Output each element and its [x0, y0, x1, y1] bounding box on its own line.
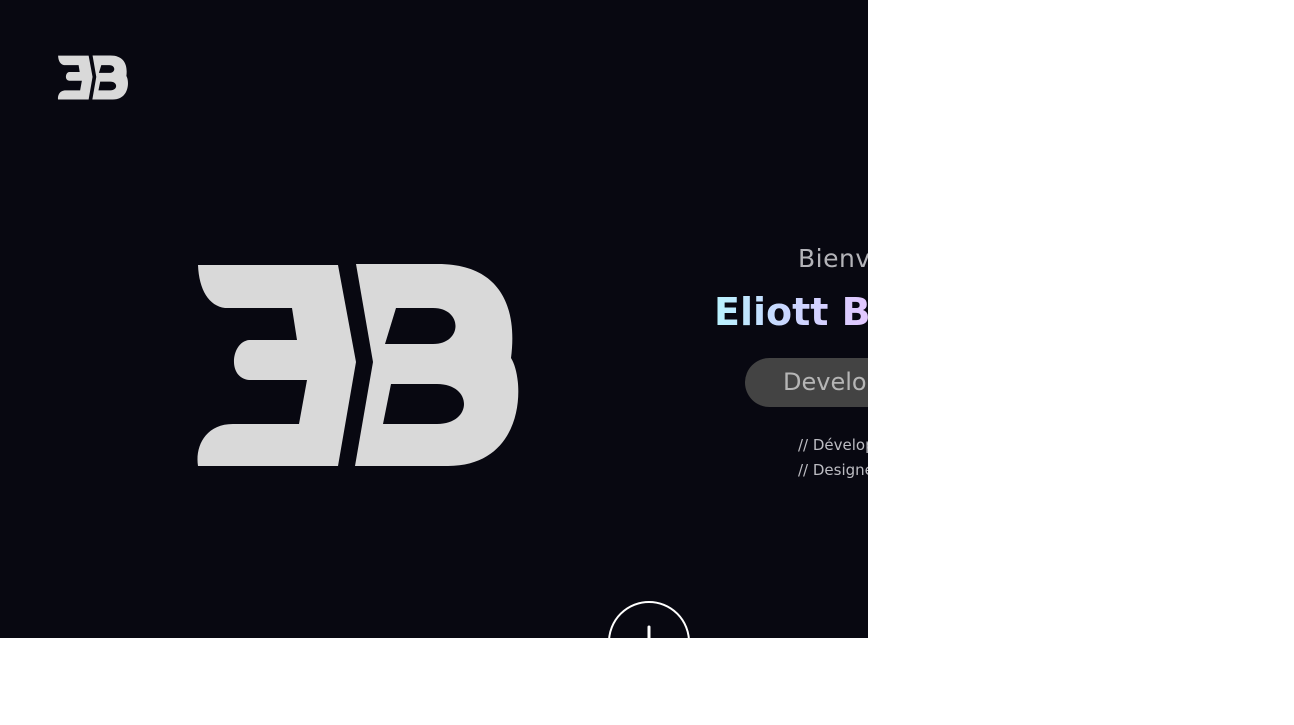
arrow-down-icon [647, 625, 651, 638]
eb-logo-large [197, 264, 519, 466]
eb-logo-small[interactable] [57, 55, 129, 100]
welcome-text: Bienv [798, 244, 868, 273]
role-pill: Develo [745, 358, 868, 407]
intro-block: Bienv Eliott B Develo // Dévelop // Desi… [700, 240, 868, 500]
tagline-designer: // Designe [798, 461, 868, 479]
scroll-down-button[interactable] [608, 601, 690, 638]
name-heading: Eliott B [714, 290, 868, 334]
hero-section: Bienv Eliott B Develo // Dévelop // Desi… [0, 0, 868, 638]
tagline-developer: // Dévelop [798, 436, 868, 454]
page: Bienv Eliott B Develo // Dévelop // Desi… [0, 0, 1294, 725]
